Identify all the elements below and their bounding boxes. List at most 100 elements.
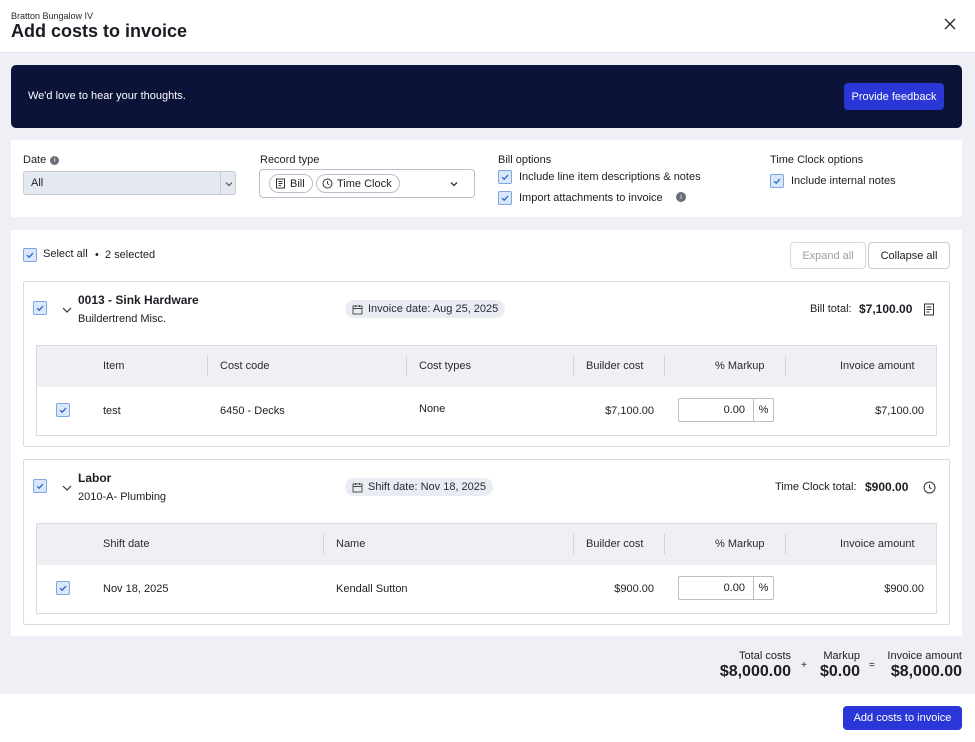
check-icon bbox=[773, 178, 781, 185]
column-header-invoice-amount: Invoice amount bbox=[840, 538, 915, 550]
bill-option-attachments-checkbox[interactable] bbox=[498, 191, 512, 205]
chevron-down-icon[interactable] bbox=[61, 304, 73, 316]
bill-total-label: Bill total: bbox=[810, 303, 852, 315]
column-divider bbox=[406, 356, 407, 376]
check-icon bbox=[59, 585, 67, 592]
bill-title[interactable]: 0013 - Sink Hardware bbox=[78, 293, 199, 307]
selected-count: 2 selected bbox=[105, 249, 156, 261]
bill-row-checkbox[interactable] bbox=[56, 403, 70, 417]
bill-total-value: $7,100.00 bbox=[859, 302, 913, 316]
cell-item: test bbox=[103, 405, 121, 417]
column-header-invoice-amount: Invoice amount bbox=[840, 360, 915, 372]
clock-icon bbox=[322, 178, 333, 189]
select-all-label: Select all bbox=[43, 248, 88, 260]
markup-total-value: $0.00 bbox=[819, 663, 860, 680]
column-header-cost-code: Cost code bbox=[220, 360, 270, 372]
record-type-select[interactable]: Bill Time Clock bbox=[259, 169, 475, 198]
bill-option-descriptions-checkbox[interactable] bbox=[498, 170, 512, 184]
date-label-wrap: Date i bbox=[23, 154, 60, 166]
info-icon[interactable]: i bbox=[50, 155, 60, 165]
check-icon bbox=[501, 195, 509, 202]
column-divider bbox=[785, 356, 786, 376]
column-header-cost-types: Cost types bbox=[419, 360, 471, 372]
table-header bbox=[37, 524, 936, 565]
cell-builder-cost: $7,100.00 bbox=[605, 405, 654, 417]
column-divider bbox=[207, 356, 208, 376]
expand-all-button[interactable]: Expand all bbox=[790, 242, 866, 269]
column-divider bbox=[664, 534, 665, 554]
date-label: Date bbox=[23, 154, 47, 166]
column-divider bbox=[573, 534, 574, 554]
collapse-all-button[interactable]: Collapse all bbox=[868, 242, 950, 269]
time-clock-internal-notes-checkbox[interactable] bbox=[770, 174, 784, 188]
info-icon[interactable]: i bbox=[676, 192, 686, 202]
invoice-date-tag: Invoice date: Aug 25, 2025 bbox=[345, 300, 506, 318]
record-type-time-clock-label: Time Clock bbox=[337, 177, 392, 190]
check-icon bbox=[36, 483, 44, 490]
record-type-bill-label: Bill bbox=[290, 177, 305, 190]
labor-title[interactable]: Labor bbox=[78, 471, 111, 485]
add-costs-to-invoice-button[interactable]: Add costs to invoice bbox=[843, 706, 962, 730]
feedback-text: We'd love to hear your thoughts. bbox=[28, 90, 186, 102]
total-costs-label: Total costs bbox=[739, 650, 791, 662]
provide-feedback-button[interactable]: Provide feedback bbox=[844, 83, 944, 110]
check-icon bbox=[501, 174, 509, 181]
cell-cost-code: 6450 - Decks bbox=[220, 405, 285, 417]
record-type-pill-time-clock[interactable]: Time Clock bbox=[316, 174, 400, 193]
column-divider bbox=[785, 534, 786, 554]
total-costs-value: $8,000.00 bbox=[719, 663, 791, 680]
bill-options-label: Bill options bbox=[498, 154, 552, 166]
close-icon[interactable] bbox=[942, 16, 958, 32]
column-header-markup: % Markup bbox=[715, 360, 765, 372]
markup-input[interactable]: 0.00 % bbox=[678, 576, 774, 600]
modal-footer bbox=[0, 694, 975, 742]
column-header-shift-date: Shift date bbox=[103, 538, 150, 550]
labor-checkbox[interactable] bbox=[33, 479, 47, 493]
column-header-builder-cost: Builder cost bbox=[586, 360, 644, 372]
column-header-markup: % Markup bbox=[715, 538, 765, 550]
column-header-item: Item bbox=[103, 360, 125, 372]
column-header-builder-cost: Builder cost bbox=[586, 538, 644, 550]
labor-table: Shift date Name Builder cost % Markup In… bbox=[36, 523, 937, 614]
shift-date-tag: Shift date: Nov 18, 2025 bbox=[345, 478, 494, 496]
chevron-down-icon[interactable] bbox=[61, 482, 73, 494]
column-divider bbox=[664, 356, 665, 376]
select-all-checkbox[interactable] bbox=[23, 248, 37, 262]
page-title: Add costs to invoice bbox=[11, 21, 188, 41]
check-icon bbox=[36, 305, 44, 312]
clock-icon bbox=[923, 481, 936, 494]
time-clock-internal-notes-label: Include internal notes bbox=[791, 175, 896, 187]
percent-suffix: % bbox=[753, 577, 773, 599]
calendar-icon bbox=[352, 482, 363, 492]
bill-table: Item Cost code Cost types Builder cost %… bbox=[36, 345, 937, 436]
chevron-down-icon bbox=[225, 182, 233, 187]
cell-shift-date: Nov 18, 2025 bbox=[103, 583, 169, 595]
record-type-pill-bill[interactable]: Bill bbox=[269, 174, 313, 193]
chevron-down-icon[interactable] bbox=[448, 178, 460, 190]
markup-input[interactable]: 0.00 % bbox=[678, 398, 774, 422]
shift-date-text: Shift date: Nov 18, 2025 bbox=[368, 481, 487, 493]
project-name: Bratton Bungalow IV bbox=[11, 11, 94, 21]
invoice-amount-label: Invoice amount bbox=[887, 650, 962, 662]
labor-row-checkbox[interactable] bbox=[56, 581, 70, 595]
invoice-date-text: Invoice date: Aug 25, 2025 bbox=[368, 303, 499, 315]
bill-icon bbox=[276, 178, 285, 189]
check-icon bbox=[26, 252, 34, 259]
record-type-label: Record type bbox=[260, 154, 320, 166]
bill-icon bbox=[924, 303, 934, 316]
time-clock-total-label: Time Clock total: bbox=[775, 481, 857, 493]
bill-checkbox[interactable] bbox=[33, 301, 47, 315]
cell-invoice-amount: $900.00 bbox=[884, 583, 924, 595]
time-clock-total-value: $900.00 bbox=[865, 480, 909, 494]
labor-subtitle: 2010-A- Plumbing bbox=[78, 491, 167, 503]
check-icon bbox=[59, 407, 67, 414]
table-header bbox=[37, 346, 936, 387]
plus-sign: + bbox=[801, 660, 807, 671]
bill-option-descriptions-label: Include line item descriptions & notes bbox=[519, 171, 701, 183]
calendar-icon bbox=[352, 304, 363, 314]
markup-value: 0.00 bbox=[723, 404, 745, 416]
separator-dot: • bbox=[95, 249, 99, 261]
time-clock-options-label: Time Clock options bbox=[770, 154, 864, 166]
date-select[interactable]: All bbox=[23, 171, 236, 195]
bill-subtitle: Buildertrend Misc. bbox=[78, 313, 167, 325]
